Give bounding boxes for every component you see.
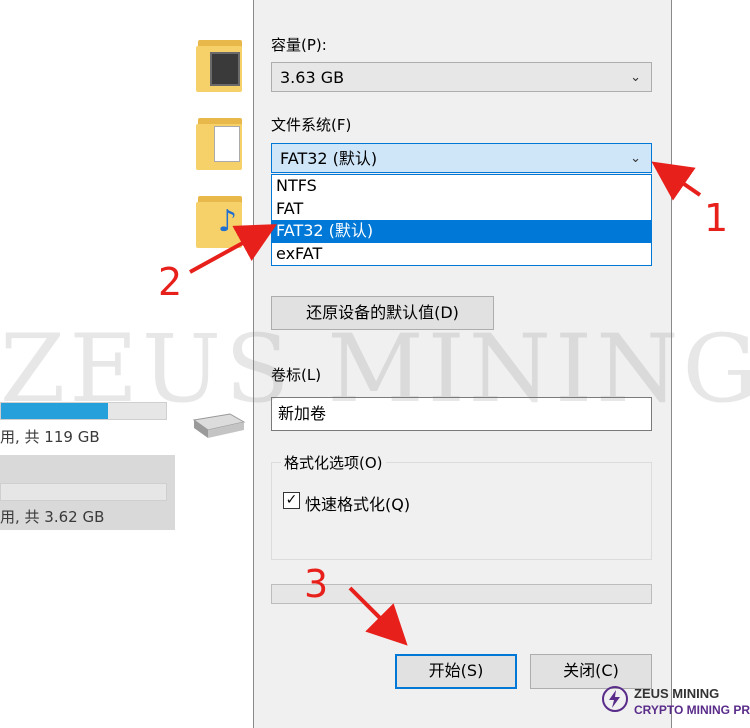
- arrow-2: [189, 224, 278, 274]
- lightning-logo-icon: [602, 686, 628, 712]
- annotation-arrows: [189, 161, 702, 646]
- zeus-mining-logo: ZEUS MINING CRYPTO MINING PRO: [600, 684, 750, 724]
- arrow-1: [651, 161, 702, 201]
- step-1-label: 1: [704, 196, 729, 240]
- step-2-label: 2: [158, 260, 183, 304]
- logo-name: ZEUS MINING: [634, 686, 720, 701]
- logo-tagline: CRYPTO MINING PRO: [634, 703, 750, 717]
- step-3-label: 3: [304, 562, 329, 606]
- arrow-3: [348, 586, 408, 646]
